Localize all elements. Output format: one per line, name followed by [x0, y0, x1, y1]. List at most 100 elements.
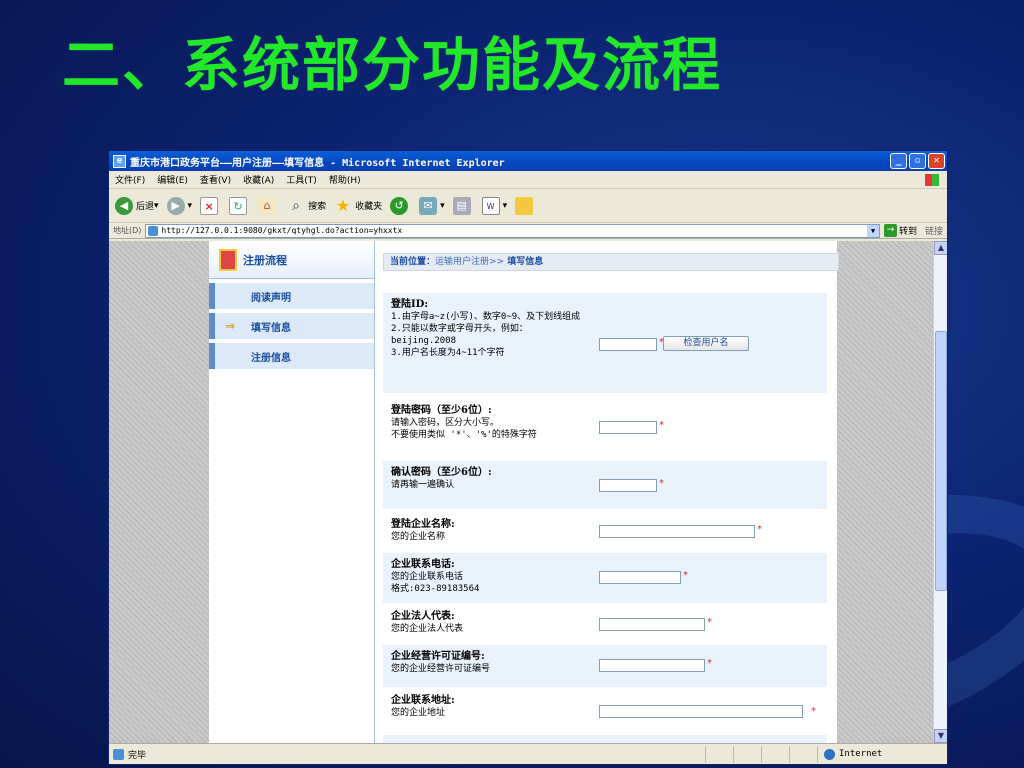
menu-tools[interactable]: 工具(T): [286, 173, 317, 186]
media-button[interactable]: ↺: [390, 196, 411, 215]
chevron-down-icon[interactable]: ▼: [866, 224, 879, 237]
row-hint: 您的企业法人代表: [391, 624, 464, 634]
nav-item-label: 注册信息: [251, 352, 291, 364]
close-button[interactable]: ✕: [928, 153, 945, 169]
ie-window: e 重庆市港口政务平台——用户注册——填写信息 - Microsoft Inte…: [108, 150, 948, 765]
status-bar: 完毕 Internet: [109, 743, 947, 764]
refresh-button[interactable]: ↻: [229, 196, 250, 215]
row-description: 企业联系电话: 您的企业联系电话 格式:023-89183564: [391, 559, 591, 595]
mail-button[interactable]: ✉ ▾: [419, 196, 445, 215]
favorites-label: 收藏夹: [355, 202, 383, 212]
address-input[interactable]: http://127.0.0.1:9080/gkxt/qtyhgl.do?act…: [145, 223, 880, 238]
forward-button[interactable]: ▶ ▾: [166, 196, 192, 215]
search-label: 搜索: [308, 202, 327, 212]
windows-flag-icon: [925, 173, 939, 186]
row-hint: 您的企业名称: [391, 532, 446, 542]
row-title: 登陆企业名称:: [391, 519, 455, 530]
row-title: 登陆密码（至少6位）:: [391, 405, 492, 416]
form-content: 当前位置：运输用户注册>> 填写信息 登陆ID: 1.由字母a~z(小写)、数字…: [375, 241, 839, 743]
menu-view[interactable]: 查看(V): [200, 173, 231, 186]
home-icon: ⌂: [258, 196, 277, 215]
print-icon: ▤: [452, 196, 471, 215]
row-hint: 您的企业地址: [391, 708, 446, 718]
media-icon: ↺: [390, 196, 409, 215]
menu-file[interactable]: 文件(F): [115, 173, 145, 186]
address-label: 地址(D): [113, 226, 142, 235]
nav-item-register-info[interactable]: 注册信息: [209, 343, 374, 369]
star-icon: ★: [335, 195, 351, 215]
forward-arrow-icon: ▶: [166, 196, 185, 215]
menu-help[interactable]: 帮助(H): [329, 173, 361, 186]
go-label: 转到: [898, 227, 917, 237]
print-button[interactable]: ▤: [452, 196, 474, 215]
company-name-input[interactable]: [599, 525, 755, 538]
address-field[interactable]: [599, 705, 803, 718]
folder-button[interactable]: [515, 196, 536, 215]
globe-icon: [824, 748, 835, 760]
back-button[interactable]: ◀ 后退 ▾: [115, 196, 159, 215]
row-description: 登陆密码（至少6位）: 请输入密码，区分大小写。 不要使用类似 '*'、'%'的…: [391, 405, 591, 441]
status-text: 完毕: [128, 750, 147, 761]
menu-favorites[interactable]: 收藏(A): [243, 173, 274, 186]
check-username-button[interactable]: 检查用户名: [663, 336, 749, 351]
login-id-input[interactable]: [599, 338, 657, 351]
form-row-company-name: 登陆企业名称: 您的企业名称 *: [383, 513, 827, 553]
minimize-button[interactable]: _: [890, 153, 907, 169]
confirm-password-input[interactable]: [599, 479, 657, 492]
legal-rep-input[interactable]: [599, 618, 705, 631]
scroll-up-icon[interactable]: ▲: [934, 241, 947, 255]
favorites-button[interactable]: ★ 收藏夹: [334, 195, 383, 215]
back-label: 后退: [136, 202, 155, 212]
word-icon: W: [481, 196, 500, 215]
folder-icon: [515, 196, 534, 215]
status-cell: [733, 745, 761, 763]
scroll-down-icon[interactable]: ▼: [934, 729, 947, 743]
left-nav: 注册流程 阅读声明 ⇒ 填写信息 注册信息: [209, 241, 375, 743]
links-button[interactable]: 链接: [925, 224, 943, 237]
vertical-scrollbar[interactable]: ▲ ▼: [933, 241, 947, 743]
row-title: 企业经营许可证编号:: [391, 651, 485, 662]
search-button[interactable]: ⌕ 搜索: [287, 197, 326, 215]
window-titlebar[interactable]: e 重庆市港口政务平台——用户注册——填写信息 - Microsoft Inte…: [109, 151, 947, 171]
maximize-button[interactable]: ▫: [909, 153, 926, 169]
row-hint: 请再输一遍确认: [391, 480, 455, 490]
nav-item-label: 填写信息: [251, 322, 291, 334]
home-button[interactable]: ⌂: [258, 196, 279, 215]
nav-item-fill-info[interactable]: ⇒ 填写信息: [209, 313, 374, 339]
password-input[interactable]: [599, 421, 657, 434]
form-row-legal-rep: 企业法人代表: 您的企业法人代表 *: [383, 605, 827, 645]
toolbar: ◀ 后退 ▾ ▶ ▾ × ↻ ⌂ ⌕ 搜索 ★ 收藏夹 ↺ ✉ ▾ ▤ W ▾: [109, 189, 947, 223]
breadcrumb: 当前位置：运输用户注册>> 填写信息: [383, 253, 839, 271]
stop-button[interactable]: ×: [200, 196, 221, 215]
license-number-input[interactable]: [599, 659, 705, 672]
slide-title: 二、系统部分功能及流程: [62, 31, 723, 99]
web-page: 注册流程 阅读声明 ⇒ 填写信息 注册信息 当前位置：运输用户注册>> 填写信息 …: [209, 241, 839, 743]
menu-edit[interactable]: 编辑(E): [157, 173, 188, 186]
menu-bar: 文件(F) 编辑(E) 查看(V) 收藏(A) 工具(T) 帮助(H): [109, 171, 947, 189]
row-hint: 1.由字母a~z(小写)、数字0~9、及下划线组成: [391, 312, 581, 322]
status-cell: [705, 745, 733, 763]
form-row-confirm-password: 确认密码（至少6位）: 请再输一遍确认 *: [383, 461, 827, 509]
required-mark: *: [811, 706, 816, 717]
gift-icon: [219, 248, 237, 271]
edit-button[interactable]: W ▾: [481, 196, 507, 215]
address-url[interactable]: http://127.0.0.1:9080/gkxt/qtyhgl.do?act…: [161, 226, 867, 235]
required-mark: *: [757, 524, 762, 535]
nav-item-label: 阅读声明: [251, 292, 291, 304]
form-row-login-id: 登陆ID: 1.由字母a~z(小写)、数字0~9、及下划线组成 2.只能以数字或…: [383, 293, 827, 393]
nav-header: 注册流程: [209, 241, 374, 279]
go-button[interactable]: → 转到: [883, 224, 917, 237]
phone-input[interactable]: [599, 571, 681, 584]
refresh-icon: ↻: [229, 196, 248, 215]
window-title: 重庆市港口政务平台——用户注册——填写信息 - Microsoft Intern…: [130, 157, 505, 169]
row-title: 企业联系地址:: [391, 695, 455, 706]
mail-icon: ✉: [419, 196, 438, 215]
scroll-thumb[interactable]: [935, 331, 947, 591]
status-cell: [761, 745, 789, 763]
required-mark: *: [683, 570, 688, 581]
nav-item-read-statement[interactable]: 阅读声明: [209, 283, 374, 309]
row-title: 企业联系电话:: [391, 559, 455, 570]
breadcrumb-link[interactable]: 运输用户注册>>: [435, 257, 504, 267]
required-mark: *: [707, 658, 712, 669]
row-hint: 您的企业联系电话: [391, 572, 464, 582]
